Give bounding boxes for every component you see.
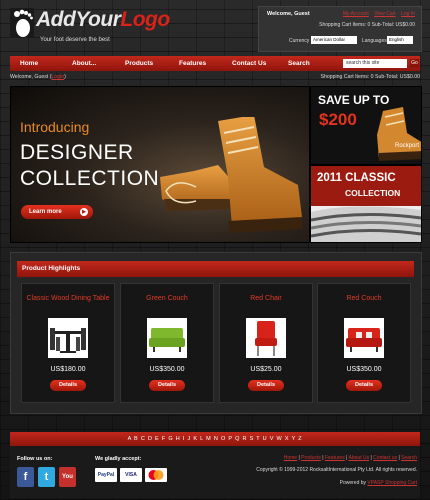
- save-amount: $200: [319, 110, 357, 129]
- classic-title: 2011 CLASSIC: [317, 172, 396, 184]
- languages-label: Languages: [362, 38, 387, 44]
- twitter-icon[interactable]: t: [38, 467, 55, 487]
- product-price: US$350.00: [149, 366, 185, 373]
- product-price: US$350.00: [346, 366, 382, 373]
- learn-more-button[interactable]: Learn more ▶: [21, 205, 93, 219]
- hero-banner[interactable]: Introducing DESIGNER COLLECTION Learn mo…: [10, 86, 310, 243]
- cart-summary-sub: Shopping Cart Items: 0 Sub-Total: US$0.0…: [320, 74, 420, 80]
- hero-intro: Introducing: [20, 119, 90, 135]
- alphabet-bar: A B C D E F G H I J K L M N O P Q R S T …: [10, 432, 420, 446]
- search-input[interactable]: search this site: [343, 59, 407, 68]
- product-image[interactable]: [48, 318, 88, 358]
- save-banner[interactable]: SAVE UP TO $200 Rockport: [310, 86, 422, 165]
- visa-icon: VISA: [120, 468, 142, 482]
- cart-summary: Shopping Cart Items: 0 Sub-Total: US$0.0…: [319, 22, 415, 28]
- product-card[interactable]: Red Chair US$25.00 Details: [219, 283, 313, 403]
- classic-subtitle: COLLECTION: [345, 188, 401, 198]
- product-name[interactable]: Red Chair: [220, 294, 312, 304]
- boots-image: [160, 117, 302, 233]
- rockport-brand-text: Rockport: [395, 143, 419, 149]
- nav-features[interactable]: Features: [179, 56, 206, 71]
- guest-welcome: Welcome, Guest (: [10, 74, 52, 80]
- footer-link-features[interactable]: Features: [325, 455, 345, 461]
- view-cart-link[interactable]: View Cart: [374, 11, 396, 17]
- sub-bar: Welcome, Guest (Login) Shopping Cart Ite…: [10, 74, 420, 82]
- nav-about[interactable]: About...: [72, 56, 96, 71]
- hero-title-1: DESIGNER: [20, 141, 134, 164]
- accept-label: We gladly accept:: [95, 456, 142, 462]
- login-link-sub[interactable]: Login: [51, 74, 64, 80]
- product-card[interactable]: Green Couch US$350.00 Details: [120, 283, 214, 403]
- vpasp-link[interactable]: VPASP Shopping Cart: [367, 480, 417, 486]
- product-name[interactable]: Green Couch: [121, 294, 213, 304]
- site-logo[interactable]: AddYourLogo Your foot deserve the best: [10, 6, 170, 46]
- language-select[interactable]: English: [387, 36, 413, 44]
- footer-link-search[interactable]: Search: [401, 455, 417, 461]
- product-card[interactable]: Classic Wood Dining Table US$180.00 Deta…: [21, 283, 115, 403]
- footer-links: Home | Products | Features | About Us | …: [283, 455, 417, 461]
- mastercard-logo: [148, 470, 164, 480]
- nav-contact[interactable]: Contact Us: [232, 56, 266, 71]
- logo-text: AddYourLogo: [36, 8, 170, 31]
- product-highlights: Product Highlights Classic Wood Dining T…: [10, 252, 422, 414]
- youtube-icon[interactable]: You: [59, 467, 76, 487]
- logo-tagline: Your foot deserve the best: [40, 37, 110, 43]
- boot-image: Rockport: [377, 107, 421, 161]
- product-price: US$25.00: [250, 366, 282, 373]
- footer-link-contact[interactable]: Contact us: [373, 455, 397, 461]
- product-name[interactable]: Classic Wood Dining Table: [22, 294, 114, 304]
- powered-prefix: Powered by: [339, 480, 368, 486]
- shoe-sole-image: [311, 206, 421, 242]
- learn-more-label: Learn more: [29, 209, 62, 215]
- product-name[interactable]: Red Couch: [318, 294, 410, 304]
- powered-by: Powered by VPASP Shopping Cart: [340, 480, 417, 486]
- footer: A B C D E F G H I J K L M N O P Q R S T …: [10, 432, 420, 498]
- footprint-icon: [10, 8, 34, 38]
- go-button[interactable]: Go: [410, 59, 419, 68]
- details-button[interactable]: Details: [149, 380, 185, 391]
- details-button[interactable]: Details: [346, 380, 382, 391]
- currency-select[interactable]: American Dollar: [311, 36, 357, 44]
- footer-link-products[interactable]: Products: [301, 455, 321, 461]
- product-image[interactable]: [147, 318, 187, 358]
- arrow-right-icon: ▶: [80, 208, 88, 216]
- nav-search[interactable]: Search: [288, 56, 310, 71]
- product-highlights-title: Product Highlights: [22, 265, 81, 272]
- paren-close: ): [64, 74, 66, 80]
- alphabet-links[interactable]: A B C D E F G H I J K L M N O P Q R S T …: [10, 432, 420, 446]
- currency-label: Currency: [289, 38, 310, 44]
- follow-label: Follow us on:: [17, 456, 53, 462]
- classic-banner[interactable]: 2011 CLASSIC COLLECTION: [310, 165, 422, 243]
- copyright: Copyright © 1999-2012 RocksaltInternatio…: [256, 467, 417, 473]
- mastercard-icon: [145, 468, 167, 482]
- product-image[interactable]: [344, 318, 384, 358]
- paypal-icon: PayPal: [95, 468, 117, 482]
- nav-products[interactable]: Products: [125, 56, 153, 71]
- save-line-1: SAVE UP TO: [318, 93, 390, 107]
- product-image[interactable]: [246, 318, 286, 358]
- nav-home[interactable]: Home: [20, 56, 38, 71]
- account-links: My Account View Cart Log In: [339, 11, 415, 17]
- account-panel: Welcome, Guest My Account View Cart Log …: [258, 6, 422, 52]
- welcome-text: Welcome, Guest: [267, 11, 310, 17]
- product-card[interactable]: Red Couch US$350.00 Details: [317, 283, 411, 403]
- main-nav: Home About... Products Features Contact …: [10, 56, 420, 71]
- login-link[interactable]: Log In: [401, 11, 415, 17]
- product-highlights-header: Product Highlights: [17, 261, 414, 277]
- footer-link-home[interactable]: Home: [284, 455, 297, 461]
- details-button[interactable]: Details: [50, 380, 86, 391]
- facebook-icon[interactable]: f: [17, 467, 34, 487]
- hero-title-2: COLLECTION: [20, 167, 160, 190]
- my-account-link[interactable]: My Account: [343, 11, 369, 17]
- product-price: US$180.00: [50, 366, 86, 373]
- details-button[interactable]: Details: [248, 380, 284, 391]
- footer-link-about[interactable]: About Us: [349, 455, 370, 461]
